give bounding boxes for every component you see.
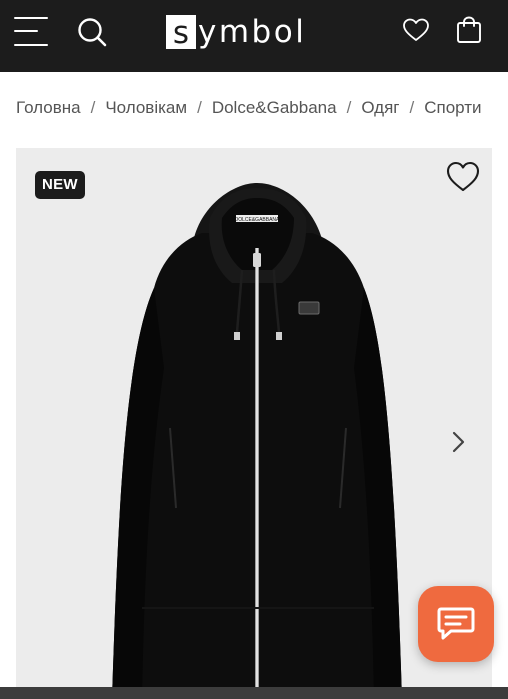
chevron-right-icon[interactable]	[448, 428, 470, 456]
site-logo[interactable]: s ymbol	[166, 14, 306, 50]
breadcrumb-separator: /	[90, 98, 96, 117]
product-image: DOLCE&GABBANA	[112, 183, 402, 699]
breadcrumb-clothing[interactable]: Одяг	[361, 98, 399, 118]
heart-icon[interactable]	[402, 18, 430, 42]
breadcrumb-separator: /	[197, 98, 202, 117]
breadcrumb-separator: /	[409, 98, 415, 117]
chat-bubble-icon	[437, 607, 475, 640]
shopping-bag-icon[interactable]	[456, 16, 482, 44]
heart-outline-icon[interactable]	[446, 161, 480, 193]
chat-widget-button[interactable]	[418, 586, 494, 662]
logo-wordmark: ymbol	[198, 14, 307, 50]
brand-label: DOLCE&GABBANA	[235, 217, 280, 223]
breadcrumb: Головна / Чоловікам / Dolce&Gabbana / Од…	[16, 97, 508, 119]
logo-letter: s	[166, 15, 196, 49]
breadcrumb-brand[interactable]: Dolce&Gabbana	[212, 98, 337, 118]
breadcrumb-sportswear[interactable]: Спорти	[424, 98, 481, 118]
search-icon[interactable]	[76, 16, 108, 48]
site-header: s ymbol	[0, 0, 508, 72]
breadcrumb-home[interactable]: Головна	[16, 98, 81, 118]
bottom-bar	[0, 687, 508, 699]
breadcrumb-separator: /	[346, 98, 352, 117]
breadcrumb-men[interactable]: Чоловікам	[105, 98, 187, 118]
new-badge: NEW	[35, 171, 85, 199]
hamburger-menu-icon[interactable]	[14, 16, 50, 46]
